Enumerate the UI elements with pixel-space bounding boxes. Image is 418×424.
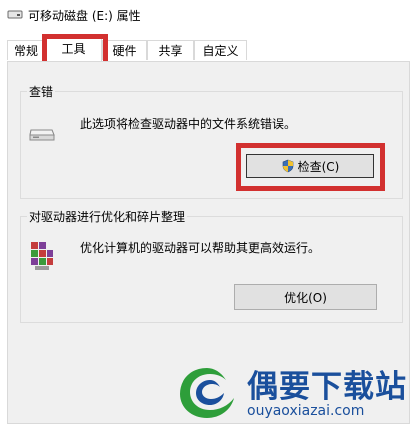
tab-sharing[interactable]: 共享 [147, 40, 194, 60]
optimize-button-label: 优化(O) [284, 290, 327, 305]
drive-icon [29, 129, 55, 141]
window-title: 可移动磁盘 (E:) 属性 [28, 9, 141, 23]
watermark-logo-icon [180, 368, 234, 418]
removable-drive-icon [7, 10, 23, 19]
optimize-title: 对驱动器进行优化和碎片整理 [29, 210, 186, 224]
watermark-brand: 偶要下载站 [247, 369, 407, 405]
tab-strip: 常规 工具 硬件 共享 自定义 [0, 38, 418, 62]
watermark-url: ouyaoxiazai.com [247, 403, 365, 419]
optimize-description: 优化计算机的驱动器可以帮助其更高效运行。 [80, 241, 321, 255]
tab-tools[interactable]: 工具 [45, 38, 102, 62]
tab-general[interactable]: 常规 [7, 40, 45, 60]
error-check-title: 查错 [29, 85, 54, 99]
title-bar: 可移动磁盘 (E:) 属性 [0, 0, 418, 30]
error-check-group: 查错 [20, 83, 403, 199]
tab-hardware[interactable]: 硬件 [102, 40, 147, 60]
check-button-label: 检查(C) [297, 159, 340, 174]
optimize-button[interactable]: 优化(O) [234, 284, 377, 310]
error-check-description: 此选项将检查驱动器中的文件系统错误。 [80, 117, 297, 131]
defrag-icon [31, 242, 53, 270]
shield-icon [282, 159, 293, 173]
check-button[interactable]: 检查(C) [246, 154, 374, 178]
tab-customize[interactable]: 自定义 [194, 40, 247, 60]
